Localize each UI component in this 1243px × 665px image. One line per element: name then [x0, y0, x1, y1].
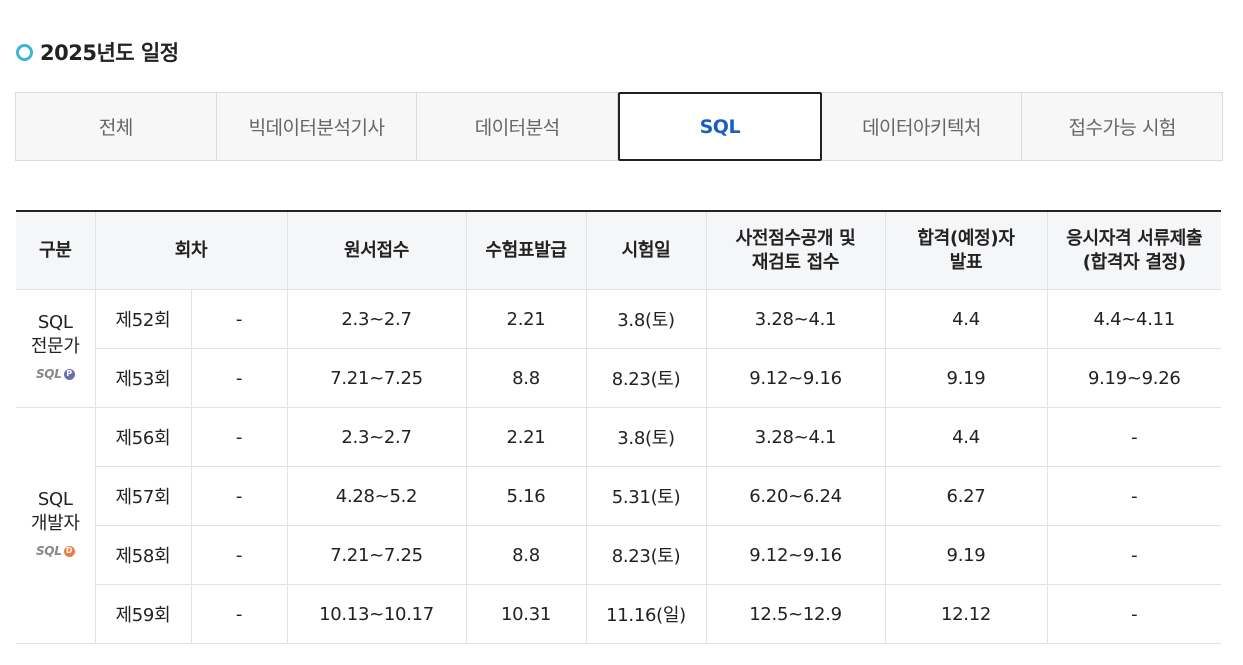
cell-round: 제59회	[94, 584, 192, 644]
cell-extra: -	[190, 407, 288, 467]
cell-exam-date: 8.23(토)	[585, 525, 707, 585]
cell-result: 12.12	[884, 584, 1048, 644]
cell-application: 7.21~7.25	[286, 348, 467, 408]
header-exam-date: 시험일	[585, 211, 707, 290]
cell-round: 제52회	[94, 289, 192, 349]
cell-prelim: 9.12~9.16	[705, 525, 886, 585]
table-row: SQL 전문가 SQL P 제52회 - 2.3~2.7 2.21 3.8(토) …	[16, 289, 1221, 408]
header-category: 구분	[16, 211, 96, 290]
cell-exam-date: 5.31(토)	[585, 466, 707, 526]
group-sql-developer: SQL 개발자 SQL D	[16, 407, 96, 644]
cell-result: 9.19	[884, 525, 1048, 585]
group-name-line2: 개발자	[30, 513, 80, 534]
header-round: 회차	[94, 211, 288, 290]
cell-prelim: 9.12~9.16	[705, 348, 886, 408]
tab-data-architecture[interactable]: 데이터아키텍처	[821, 92, 1023, 161]
cell-prelim: 12.5~12.9	[705, 584, 886, 644]
group-name-line1: SQL	[37, 312, 73, 333]
cell-exam-date: 8.23(토)	[585, 348, 707, 408]
tab-bigdata-analyst[interactable]: 빅데이터분석기사	[216, 92, 418, 161]
header-docs-line1: 응시자격 서류제출	[1066, 227, 1203, 249]
cell-result: 6.27	[884, 466, 1048, 526]
header-application: 원서접수	[286, 211, 467, 290]
cell-docs: -	[1046, 407, 1221, 467]
header-docs-line2: (합격자 결정)	[1082, 251, 1186, 273]
header-result: 합격(예정)자 발표	[884, 211, 1048, 290]
cell-round: 제57회	[94, 466, 192, 526]
cell-application: 2.3~2.7	[286, 289, 467, 349]
section-title: 2025년도 일정	[16, 38, 179, 66]
cell-prelim: 3.28~4.1	[705, 407, 886, 467]
table-row: SQL 개발자 SQL D 제56회 - 2.3~2.7 2.21 3.8(토) …	[16, 407, 1221, 644]
table-row: 제57회 - 4.28~5.2 5.16 5.31(토) 6.20~6.24 6…	[16, 466, 1221, 526]
cell-docs: -	[1046, 525, 1221, 585]
sqlp-logo-icon: SQL P	[36, 362, 75, 386]
cell-ticket: 2.21	[465, 289, 587, 349]
cell-docs: 9.19~9.26	[1046, 348, 1221, 408]
group-sql-professional: SQL 전문가 SQL P	[16, 289, 96, 408]
cell-round: 제58회	[94, 525, 192, 585]
header-prelim-line2: 재검토 접수	[751, 251, 840, 273]
tab-all[interactable]: 전체	[15, 92, 217, 161]
page-title: 2025년도 일정	[40, 41, 179, 65]
cell-exam-date: 3.8(토)	[585, 289, 707, 349]
cell-ticket: 2.21	[465, 407, 587, 467]
header-docs: 응시자격 서류제출 (합격자 결정)	[1046, 211, 1221, 290]
cell-ticket: 8.8	[465, 525, 587, 585]
logo-badge: P	[63, 368, 75, 380]
cell-application: 4.28~5.2	[286, 466, 467, 526]
cell-result: 4.4	[884, 407, 1048, 467]
header-ticket: 수험표발급	[465, 211, 587, 290]
cell-ticket: 5.16	[465, 466, 587, 526]
exam-tabs: 전체 빅데이터분석기사 데이터분석 SQL 데이터아키텍처 접수가능 시험	[15, 92, 1224, 161]
table-row: 제53회 - 7.21~7.25 8.8 8.23(토) 9.12~9.16 9…	[16, 348, 1221, 408]
table-header-row: 구분 회차 원서접수 수험표발급 시험일 사전점수공개 및 재검토 접수 합격(예…	[16, 211, 1221, 290]
cell-ticket: 10.31	[465, 584, 587, 644]
table-row: 제58회 - 7.21~7.25 8.8 8.23(토) 9.12~9.16 9…	[16, 525, 1221, 585]
cell-docs: -	[1046, 584, 1221, 644]
header-prelim-line1: 사전점수공개 및	[735, 227, 856, 249]
cell-application: 7.21~7.25	[286, 525, 467, 585]
cell-round: 제53회	[94, 348, 192, 408]
cell-ticket: 8.8	[465, 348, 587, 408]
tab-available-exams[interactable]: 접수가능 시험	[1022, 92, 1224, 161]
cell-result: 9.19	[884, 348, 1048, 408]
cell-extra: -	[190, 289, 288, 349]
header-prelim: 사전점수공개 및 재검토 접수	[705, 211, 886, 290]
cell-prelim: 3.28~4.1	[705, 289, 886, 349]
cell-exam-date: 11.16(일)	[585, 584, 707, 644]
logo-badge: D	[63, 545, 75, 557]
cell-prelim: 6.20~6.24	[705, 466, 886, 526]
tab-sql[interactable]: SQL	[618, 92, 822, 161]
group-name-line1: SQL	[37, 489, 73, 510]
schedule-table: 구분 회차 원서접수 수험표발급 시험일 사전점수공개 및 재검토 접수 합격(예…	[16, 210, 1221, 644]
cell-extra: -	[190, 466, 288, 526]
sqld-logo-icon: SQL D	[36, 539, 75, 563]
table-row: 제59회 - 10.13~10.17 10.31 11.16(일) 12.5~1…	[16, 584, 1221, 644]
group-name-line2: 전문가	[30, 336, 80, 357]
cell-application: 10.13~10.17	[286, 584, 467, 644]
cell-extra: -	[190, 525, 288, 585]
cell-round: 제56회	[94, 407, 192, 467]
tab-data-analysis[interactable]: 데이터분석	[417, 92, 619, 161]
cell-extra: -	[190, 584, 288, 644]
cell-application: 2.3~2.7	[286, 407, 467, 467]
cell-docs: 4.4~4.11	[1046, 289, 1221, 349]
logo-text: SQL	[35, 544, 62, 558]
cell-extra: -	[190, 348, 288, 408]
circle-bullet-icon	[16, 43, 33, 61]
header-result-line1: 합격(예정)자	[917, 227, 1015, 249]
cell-result: 4.4	[884, 289, 1048, 349]
header-result-line2: 발표	[949, 251, 983, 273]
cell-docs: -	[1046, 466, 1221, 526]
cell-exam-date: 3.8(토)	[585, 407, 707, 467]
logo-text: SQL	[35, 367, 62, 381]
